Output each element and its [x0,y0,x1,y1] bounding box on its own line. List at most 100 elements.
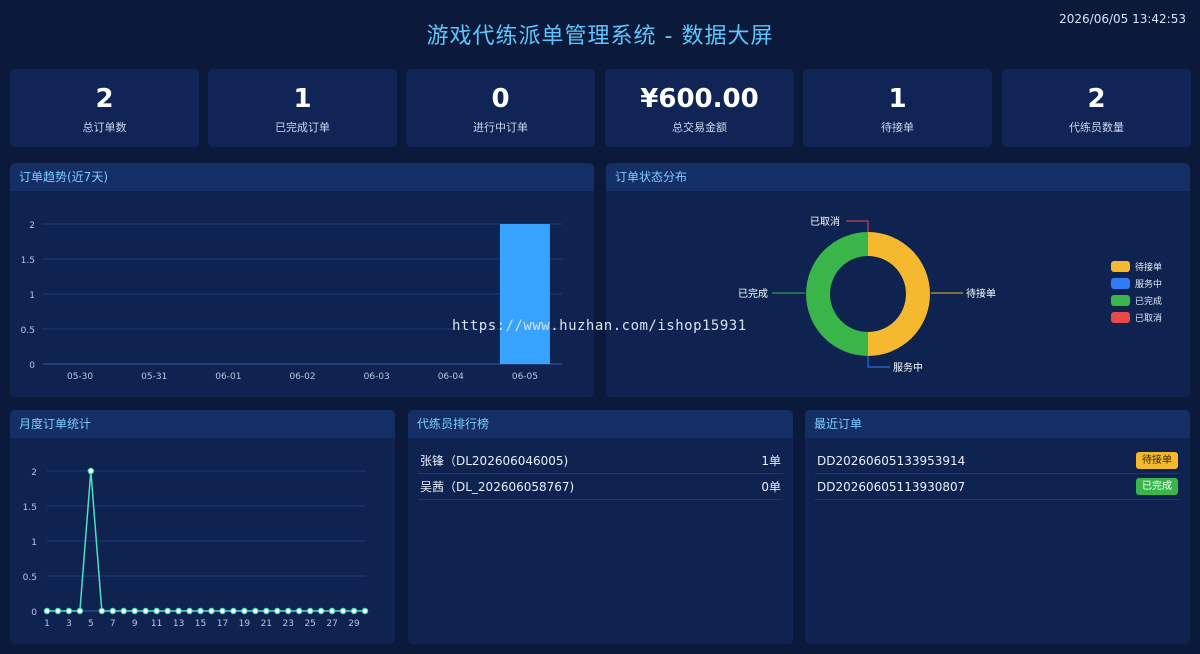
data-point [241,607,248,615]
trend-bar-chart: 0 0.5 1 1.5 2 05-30 05-31 06-01 06-02 06-03 06-04 0… [21,221,562,382]
data-point [296,607,303,615]
x-tick-label: 13 [173,619,184,629]
y-tick-label: 2 [29,221,35,231]
stat-label: 总交易金额 [672,121,727,134]
callout-line [846,220,869,232]
stat-card-booster-count: 2 代练员数量 [1002,69,1191,147]
legend-label: 已取消 [1135,312,1162,324]
donut-slice [868,232,930,356]
y-tick-label: 1.5 [21,256,35,266]
stat-card-pending-orders: 1 待接单 [803,69,992,147]
datetime-display: 2026/06/05 13:42:53 [1059,12,1186,26]
data-point [120,607,127,615]
ranking-row: 吴茜（DL_202606058767) 0单 [418,474,783,500]
y-tick-label: 1 [29,291,35,301]
stat-card-completed-orders: 1 已完成订单 [208,69,397,147]
y-tick-label: 0.5 [21,326,35,336]
recent-order-row[interactable]: DD20260605133953914 待接单 [815,448,1180,474]
x-tick-label: 25 [304,619,315,629]
panel-title: 代练员排行榜 [408,410,793,438]
ranking-row: 张锋（DL202606046005) 1单 [418,448,783,474]
stat-label: 进行中订单 [473,121,528,134]
x-tick-label: 7 [110,619,116,629]
y-tick-label: 1 [31,538,37,548]
panel-order-trend: 订单趋势(近7天) 0 0.5 1 1.5 2 05-30 05-31 06-01 06-02 0… [10,163,594,397]
order-id: DD20260605113930807 [817,480,966,494]
data-point [361,607,369,615]
panel-recent-orders: 最近订单 DD20260605133953914 待接单 DD202606051… [805,410,1190,644]
callout-line [867,356,890,368]
slice-label: 待接单 [966,287,996,300]
slice-label: 已取消 [810,215,840,228]
data-point [98,607,106,615]
data-point [76,607,84,615]
ranking-count: 1单 [761,454,781,468]
y-tick-label: 0.5 [23,573,37,583]
data-point [153,607,160,615]
recent-order-row[interactable]: DD20260605113930807 已完成 [815,474,1180,500]
header: 游戏代练派单管理系统 - 数据大屏 2026/06/05 13:42:53 [0,0,1200,62]
data-point [175,607,182,615]
stats-row: 2 总订单数 1 已完成订单 0 进行中订单 ¥600.00 总交易金额 1 待… [10,69,1191,147]
data-point [197,607,204,615]
data-point [54,607,62,615]
y-tick-label: 0 [29,361,35,371]
watermark-text: https://www.huzhan.com/ishop15931 [452,318,747,334]
data-point [317,607,325,615]
monthly-line-chart: 00.511.521 3 5 7 9 11 13 15 17 19 21 23 25 27 29 [23,467,369,629]
stat-value: 0 [491,84,510,114]
panel-booster-ranking: 代练员排行榜 张锋（DL202606046005) 1单 吴茜（DL_20260… [408,410,793,644]
data-point [219,607,226,615]
data-point [263,607,270,615]
panel-title: 订单状态分布 [606,163,1190,191]
y-tick-label: 1.5 [23,503,37,513]
donut-slice [806,232,868,356]
legend-label: 已完成 [1135,295,1162,307]
x-tick-label: 06-05 [512,372,538,382]
ranking-name: 张锋（DL202606046005) [420,454,569,468]
stat-value: 1 [888,84,907,114]
legend-swatch [1111,261,1130,272]
data-point [186,607,193,615]
data-point [131,607,138,615]
panel-monthly-orders: 月度订单统计 0 0.5 1 1.5 2 1 3 5 7 9 11 13 15 17 19 21 23 25 27 2… [10,410,395,644]
x-tick-label: 05-30 [67,372,93,382]
x-tick-label: 11 [151,619,162,629]
data-point [208,607,215,615]
x-tick-label: 06-01 [215,372,241,382]
status-badge: 待接单 [1136,452,1178,469]
order-id: DD20260605133953914 [817,454,966,468]
page-title: 游戏代练派单管理系统 - 数据大屏 [426,24,774,49]
data-point [87,467,95,475]
data-point [109,607,116,615]
x-tick-label: 9 [132,619,138,629]
stat-label: 代练员数量 [1069,121,1124,134]
x-tick-label: 1 [44,619,50,629]
x-tick-label: 15 [195,619,206,629]
stat-value: 2 [95,84,114,114]
panel-status-distribution: 订单状态分布 待接单 服务中 已完成 已取消 待接单 服务中 已完成 已取消 [606,163,1190,397]
data-point [274,607,281,615]
data-point [164,607,171,615]
data-point [43,607,51,615]
stat-value: 1 [293,84,312,114]
x-tick-label: 3 [66,619,72,629]
data-point [328,607,336,615]
panel-title: 最近订单 [805,410,1190,438]
x-tick-label: 17 [217,619,228,629]
data-point [230,607,237,615]
stat-value: 2 [1087,84,1106,114]
x-tick-label: 21 [261,619,272,629]
data-point [142,607,149,615]
ranking-count: 0单 [761,480,781,494]
stat-card-in-progress-orders: 0 进行中订单 [406,69,595,147]
x-tick-label: 06-04 [438,372,464,382]
panel-title: 订单趋势(近7天) [10,163,594,191]
stat-label: 已完成订单 [275,121,330,134]
data-point [339,607,347,615]
data-point [285,607,292,615]
legend-label: 待接单 [1135,261,1162,273]
ranking-name: 吴茜（DL_202606058767) [420,480,575,494]
slice-label: 已完成 [738,287,768,300]
status-donut-chart: 待接单服务中已完成已取消待接单服务中已完成已取消 [738,215,1162,375]
